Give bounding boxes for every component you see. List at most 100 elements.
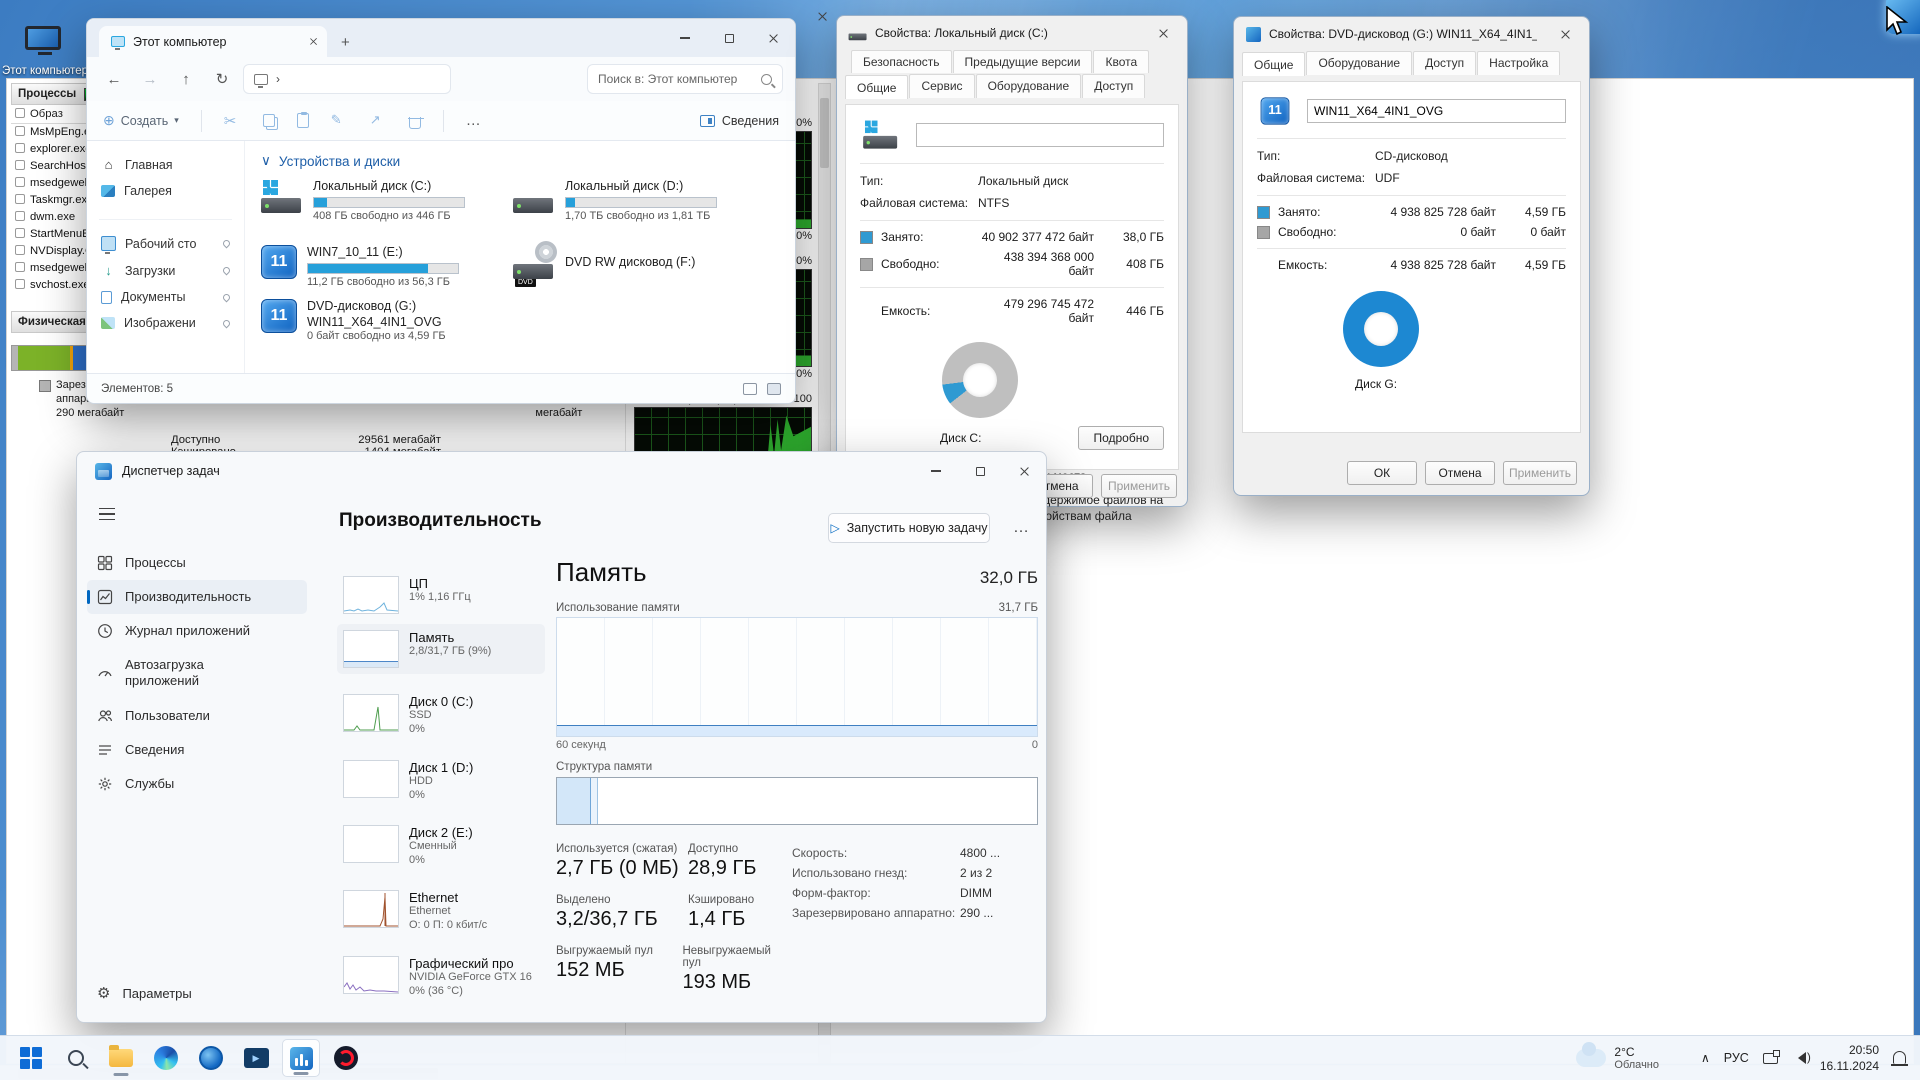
tab-tools[interactable]: Сервис <box>909 74 974 98</box>
tab-quota[interactable]: Квота <box>1093 50 1149 73</box>
details-button[interactable]: Подробно <box>1078 426 1164 450</box>
taskbar-explorer-button[interactable] <box>102 1039 140 1077</box>
sidebar-item-home[interactable]: ⌂Главная <box>93 151 238 178</box>
checkbox[interactable] <box>15 143 25 153</box>
share-icon[interactable]: ↗ <box>370 112 387 129</box>
start-button[interactable] <box>12 1039 50 1077</box>
refresh-button[interactable]: ↻ <box>207 64 237 94</box>
tab-security[interactable]: Безопасность <box>851 50 952 73</box>
maximize-button[interactable] <box>958 452 1002 490</box>
forward-button[interactable]: → <box>135 64 165 94</box>
clock[interactable]: 20:50 16.11.2024 <box>1820 1042 1879 1074</box>
run-new-task-button[interactable]: ▷Запустить новую задачу <box>828 513 990 543</box>
cancel-button[interactable]: Отмена <box>1425 461 1495 485</box>
drive-tile-e[interactable]: 11 WIN7_10_11 (E:) 11,2 ГБ свободно из 5… <box>261 245 503 288</box>
close-button[interactable] <box>1545 17 1585 51</box>
close-button[interactable] <box>751 19 795 57</box>
nav-app-history[interactable]: Журнал приложений <box>87 614 307 648</box>
ok-button[interactable]: ОК <box>1347 461 1417 485</box>
drive-tile-f[interactable]: DVD DVD RW дисковод (F:) <box>513 245 755 281</box>
language-indicator[interactable]: РУС <box>1724 1051 1749 1065</box>
new-tab-button[interactable]: + <box>327 34 364 57</box>
nav-startup-apps[interactable]: Автозагрузка приложений <box>87 648 307 699</box>
nav-processes[interactable]: Процессы <box>87 546 307 580</box>
delete-icon[interactable] <box>409 117 421 129</box>
checkbox[interactable] <box>15 126 25 136</box>
checkbox[interactable] <box>15 262 25 272</box>
checkbox[interactable] <box>15 160 25 170</box>
drive-tile-g[interactable]: 11 DVD-дисковод (G:) WIN11_X64_4IN1_OVG … <box>261 299 503 342</box>
tab-hardware[interactable]: Оборудование <box>1306 51 1412 75</box>
taskbar-task-manager-button[interactable] <box>282 1039 320 1077</box>
up-button[interactable]: ↑ <box>171 64 201 94</box>
notification-bell-icon[interactable] <box>1893 1051 1906 1064</box>
taskbar-browser-button[interactable] <box>192 1039 230 1077</box>
maximize-button[interactable] <box>707 19 751 57</box>
tab-previous-versions[interactable]: Предыдущие версии <box>953 50 1093 73</box>
taskbar-search-button[interactable] <box>57 1039 95 1077</box>
checkbox[interactable] <box>15 228 25 238</box>
explorer-tab[interactable]: Этот компьютер <box>99 26 327 57</box>
list-view-icon[interactable] <box>743 383 757 395</box>
tab-general[interactable]: Общие <box>1242 52 1305 76</box>
nav-settings[interactable]: ⚙Параметры <box>87 976 307 1012</box>
network-icon[interactable] <box>1763 1053 1778 1064</box>
apply-button[interactable]: Применить <box>1101 474 1177 498</box>
tab-customize[interactable]: Настройка <box>1477 51 1560 75</box>
sidebar-item-pictures[interactable]: Изображени <box>93 310 238 336</box>
metric-memory[interactable]: Память2,8/31,7 ГБ (9%) <box>337 624 545 674</box>
checkbox[interactable] <box>15 177 25 187</box>
copy-icon[interactable] <box>263 114 275 127</box>
checkbox[interactable] <box>15 194 25 204</box>
checkbox[interactable] <box>15 245 25 255</box>
volume-label-field[interactable] <box>916 123 1164 147</box>
checkbox[interactable] <box>15 279 25 289</box>
tab-close-icon[interactable] <box>309 37 318 46</box>
sidebar-item-gallery[interactable]: Галерея <box>93 178 238 204</box>
drive-tile-c[interactable]: Локальный диск (C:) 408 ГБ свободно из 4… <box>261 179 503 222</box>
nav-users[interactable]: Пользователи <box>87 699 307 733</box>
metric-disk0[interactable]: Диск 0 (C:)SSD0% <box>337 688 545 743</box>
metric-gpu[interactable]: Графический проNVIDIA GeForce GTX 160% (… <box>337 950 545 1005</box>
tab-sharing[interactable]: Доступ <box>1082 74 1145 98</box>
metric-disk2[interactable]: Диск 2 (E:)Сменный0% <box>337 819 545 874</box>
sidebar-item-downloads[interactable]: ↓Загрузки <box>93 257 238 284</box>
checkbox[interactable] <box>15 108 25 118</box>
tab-hardware[interactable]: Оборудование <box>976 74 1082 98</box>
apply-button[interactable]: Применить <box>1503 461 1577 485</box>
taskbar-edge-button[interactable] <box>147 1039 185 1077</box>
checkbox[interactable] <box>15 211 25 221</box>
tab-general[interactable]: Общие <box>845 75 908 99</box>
more-options-button[interactable]: … <box>1005 513 1037 543</box>
new-button[interactable]: ⊕Создать▾ <box>103 112 179 129</box>
taskbar-opera-button[interactable] <box>327 1039 365 1077</box>
taskbar-media-button[interactable]: ▶ <box>237 1039 275 1077</box>
close-button[interactable] <box>1143 16 1183 50</box>
metric-ethernet[interactable]: EthernetEthernetО: 0 П: 0 кбит/с <box>337 884 545 939</box>
devices-section-header[interactable]: ∨Устройства и диски <box>261 153 789 169</box>
close-button[interactable] <box>1002 452 1046 490</box>
desktop-icon-this-pc[interactable]: Этот компьютер <box>2 26 88 78</box>
menu-icon[interactable] <box>99 508 115 520</box>
tab-sharing[interactable]: Доступ <box>1413 51 1476 75</box>
rename-icon[interactable]: ✎ <box>331 112 348 129</box>
weather-widget[interactable]: 2°CОблачно <box>1576 1045 1659 1071</box>
paste-icon[interactable] <box>297 113 309 128</box>
large-view-icon[interactable] <box>767 383 781 395</box>
drive-tile-d[interactable]: Локальный диск (D:) 1,70 ТБ свободно из … <box>513 179 755 222</box>
minimize-button[interactable] <box>663 19 707 57</box>
nav-services[interactable]: Службы <box>87 767 307 801</box>
address-bar[interactable]: › <box>243 64 451 94</box>
sidebar-item-desktop[interactable]: Рабочий сто <box>93 230 238 257</box>
back-button[interactable]: ← <box>99 64 129 94</box>
nav-details[interactable]: Сведения <box>87 733 307 767</box>
volume-label-field[interactable] <box>1307 99 1566 123</box>
metric-disk1[interactable]: Диск 1 (D:)HDD0% <box>337 754 545 809</box>
search-input[interactable]: Поиск в: Этот компьютер <box>587 64 783 94</box>
volume-icon[interactable] <box>1792 1052 1806 1064</box>
tray-overflow-button[interactable]: ∧ <box>1701 1051 1710 1065</box>
minimize-button[interactable] <box>914 452 958 490</box>
sidebar-item-documents[interactable]: Документы <box>93 284 238 310</box>
cut-icon[interactable]: ✂ <box>224 112 241 129</box>
nav-performance[interactable]: Производительность <box>87 580 307 614</box>
